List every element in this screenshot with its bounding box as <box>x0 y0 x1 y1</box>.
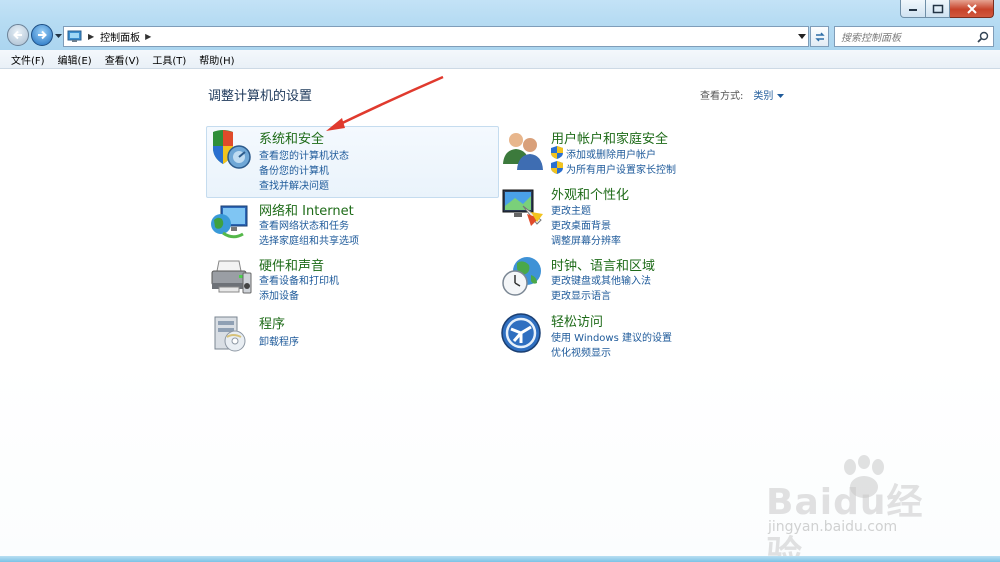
link-add-remove-accounts-label: 添加或删除用户帐户 <box>566 150 656 161</box>
link-add-remove-accounts[interactable]: 添加或删除用户帐户 <box>551 146 656 161</box>
link-change-display-language[interactable]: 更改显示语言 <box>551 287 611 302</box>
chevron-down-icon <box>776 94 784 98</box>
chevron-down-icon <box>54 33 62 38</box>
ease-of-access-icon <box>501 313 541 353</box>
printer-icon <box>211 260 252 294</box>
category-title-appearance[interactable]: 外观和个性化 <box>551 184 629 203</box>
monitor-palette-icon <box>502 189 543 226</box>
uac-shield-icon <box>551 161 563 174</box>
watermark: Baidu经验 jingyan.baidu.com <box>760 455 950 562</box>
link-change-desktop-background[interactable]: 更改桌面背景 <box>551 217 611 232</box>
control-panel-icon <box>67 30 82 42</box>
search-box[interactable]: 搜索控制面板 <box>834 26 994 47</box>
link-homegroup-sharing[interactable]: 选择家庭组和共享选项 <box>259 232 359 247</box>
search-input[interactable]: 搜索控制面板 <box>841 29 977 44</box>
clock-globe-icon <box>502 257 541 296</box>
link-add-device[interactable]: 添加设备 <box>259 287 299 302</box>
link-change-keyboard[interactable]: 更改键盘或其他输入法 <box>551 272 651 287</box>
view-by-label: 查看方式: <box>700 91 744 102</box>
link-troubleshoot[interactable]: 查找并解决问题 <box>259 177 329 192</box>
menu-help[interactable]: 帮助(H) <box>199 52 234 67</box>
menu-edit[interactable]: 编辑(E) <box>58 52 92 67</box>
refresh-button[interactable] <box>810 26 829 47</box>
search-icon[interactable] <box>977 31 989 43</box>
maximize-button[interactable] <box>926 0 950 18</box>
minimize-button[interactable] <box>900 0 926 18</box>
link-view-computer-status[interactable]: 查看您的计算机状态 <box>259 147 349 162</box>
programs-disc-icon <box>214 316 246 352</box>
page-title: 调整计算机的设置 <box>208 89 313 104</box>
menu-view[interactable]: 查看(V) <box>105 52 140 67</box>
breadcrumb-separator: ▶ <box>88 32 95 41</box>
watermark-brand: Baidu经验 <box>766 482 924 562</box>
minimize-icon <box>909 8 917 11</box>
network-globe-icon <box>211 205 248 239</box>
address-bar[interactable]: ▶ 控制面板 ▶ <box>63 26 809 47</box>
menu-file[interactable]: 文件(F) <box>11 52 45 67</box>
view-by-dropdown[interactable]: 类别 <box>753 91 784 102</box>
category-title-system-security[interactable]: 系统和安全 <box>259 128 324 147</box>
view-by: 查看方式: 类别 <box>700 87 784 102</box>
back-button[interactable] <box>7 24 29 46</box>
category-title-ease-of-access[interactable]: 轻松访问 <box>551 311 603 330</box>
window-bottom-border <box>0 556 1000 562</box>
link-optimize-video-display[interactable]: 优化视频显示 <box>551 344 611 359</box>
shield-computer-icon <box>213 130 251 169</box>
link-windows-suggested-settings[interactable]: 使用 Windows 建议的设置 <box>551 329 672 344</box>
uac-shield-icon <box>551 146 563 159</box>
link-parental-controls[interactable]: 为所有用户设置家长控制 <box>551 161 676 176</box>
category-system-security[interactable]: 系统和安全 查看您的计算机状态 备份您的计算机 查找并解决问题 <box>209 128 489 194</box>
close-button[interactable] <box>950 0 994 18</box>
link-change-theme[interactable]: 更改主题 <box>551 202 591 217</box>
menu-bar: 文件(F) 编辑(E) 查看(V) 工具(T) 帮助(H) <box>0 50 1000 69</box>
refresh-icon <box>814 32 825 41</box>
category-appearance[interactable]: 外观和个性化 更改主题 更改桌面背景 调整屏幕分辨率 <box>501 184 781 247</box>
view-by-value: 类别 <box>753 91 774 102</box>
breadcrumb-control-panel[interactable]: 控制面板 <box>100 29 140 44</box>
category-ease-of-access[interactable]: 轻松访问 使用 Windows 建议的设置 优化视频显示 <box>501 311 781 359</box>
chevron-down-icon[interactable] <box>798 32 806 40</box>
forward-button[interactable] <box>31 24 53 46</box>
link-devices-printers[interactable]: 查看设备和打印机 <box>259 272 339 287</box>
link-uninstall-program[interactable]: 卸载程序 <box>259 333 299 348</box>
link-backup-computer[interactable]: 备份您的计算机 <box>259 162 329 177</box>
menu-tools[interactable]: 工具(T) <box>152 52 186 67</box>
recent-pages-button[interactable] <box>54 31 62 41</box>
category-title-user-accounts[interactable]: 用户帐户和家庭安全 <box>551 128 668 147</box>
navigation-bar: ▶ 控制面板 ▶ 搜索控制面板 <box>0 22 1000 50</box>
category-programs[interactable]: 程序 卸载程序 <box>209 313 489 352</box>
breadcrumb-separator-2[interactable]: ▶ <box>145 32 151 41</box>
link-network-status[interactable]: 查看网络状态和任务 <box>259 217 349 232</box>
category-user-accounts[interactable]: 用户帐户和家庭安全 添加或删除用户帐户 为所有用户设置家长控制 <box>501 128 781 176</box>
arrow-left-icon <box>13 30 22 40</box>
watermark-url: jingyan.baidu.com <box>768 519 898 535</box>
category-network-internet[interactable]: 网络和 Internet 查看网络状态和任务 选择家庭组和共享选项 <box>209 200 489 248</box>
category-title-programs[interactable]: 程序 <box>259 313 285 332</box>
link-parental-controls-label: 为所有用户设置家长控制 <box>566 165 676 176</box>
users-icon <box>503 133 543 170</box>
maximize-icon <box>932 4 943 13</box>
caption-buttons <box>900 0 994 18</box>
link-screen-resolution[interactable]: 调整屏幕分辨率 <box>551 232 621 247</box>
arrow-right-icon <box>38 30 47 40</box>
control-panel-window: ▶ 控制面板 ▶ 搜索控制面板 文件(F) 编辑(E) 查看(V) 工具(T) … <box>0 0 1000 562</box>
close-icon <box>966 3 977 14</box>
category-hardware-sound[interactable]: 硬件和声音 查看设备和打印机 添加设备 <box>209 255 489 303</box>
category-clock-language-region[interactable]: 时钟、语言和区域 更改键盘或其他输入法 更改显示语言 <box>501 255 781 303</box>
